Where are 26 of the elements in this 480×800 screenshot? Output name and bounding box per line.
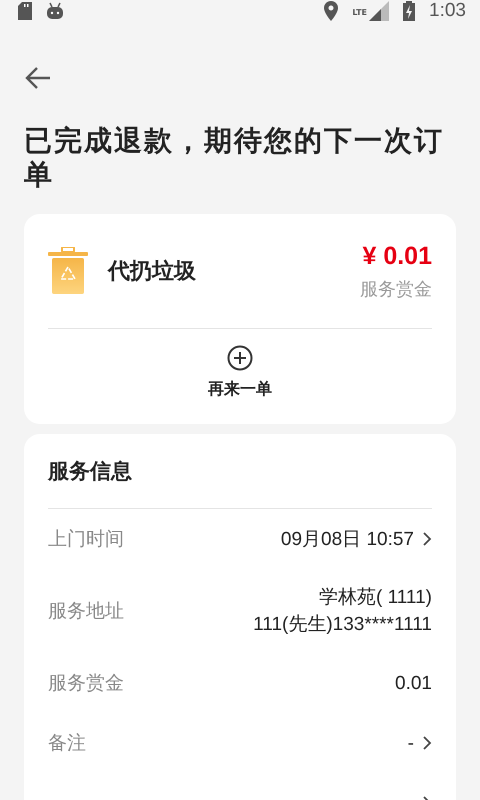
price-label: 服务赏金 — [360, 278, 432, 300]
info-value: 09月08日 10:57 — [280, 528, 414, 552]
info-label: 备注 — [48, 731, 86, 756]
robot-icon — [46, 2, 64, 20]
section-title: 服务信息 — [48, 458, 132, 485]
info-label: 服务赏金 — [48, 671, 124, 696]
chevron-right-icon — [422, 735, 432, 751]
info-label: 上门时间 — [48, 527, 124, 552]
network-type: LTE — [352, 8, 368, 17]
signal-icon — [369, 1, 390, 21]
clock-time: 1:03 — [429, 0, 466, 22]
info-label: 服务地址 — [48, 599, 124, 624]
info-value: 学林苑( 1111) — [319, 586, 432, 610]
chevron-right-icon — [422, 531, 432, 547]
service-name: 代扔垃圾 — [108, 258, 197, 286]
sd-card-icon — [18, 2, 32, 20]
price: ¥ 0.01 — [362, 242, 432, 270]
battery-charging-icon — [403, 1, 416, 21]
plus-circle-icon — [227, 345, 253, 371]
trash-bin-icon — [48, 247, 88, 295]
reorder-button[interactable]: 再来一单 — [208, 345, 272, 424]
info-value: - — [408, 732, 414, 756]
info-value: 111(先生)133****1111 — [253, 613, 432, 637]
info-value: 0.01 — [395, 672, 432, 696]
page-title: 已完成退款，期待您的下一次订单 — [24, 124, 445, 192]
location-icon — [324, 1, 338, 21]
